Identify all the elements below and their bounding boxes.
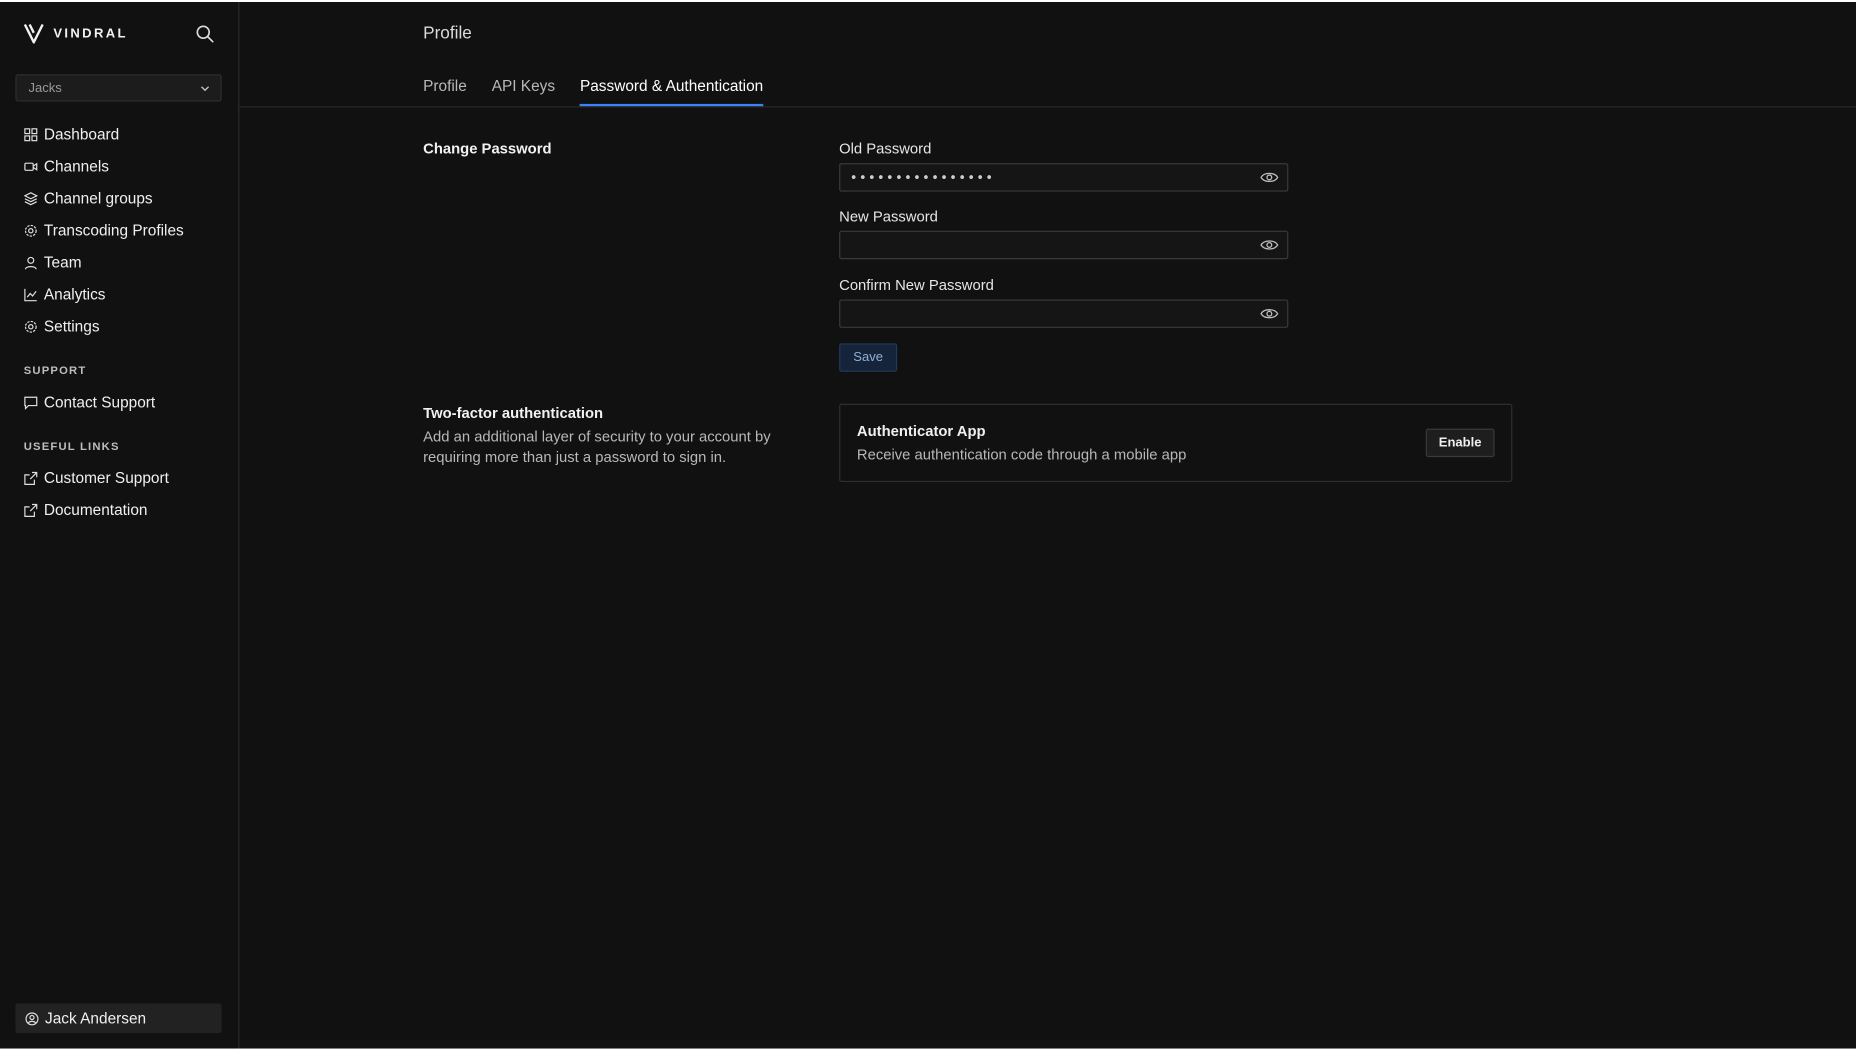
- vindral-logo-icon: [23, 23, 44, 44]
- useful-links-section-label: USEFUL LINKS: [23, 440, 120, 454]
- tab-profile[interactable]: Profile: [423, 77, 467, 107]
- sidebar-item-analytics[interactable]: Analytics: [24, 278, 225, 310]
- new-password-label: New Password: [839, 208, 938, 225]
- brand-name: VINDRAL: [53, 26, 128, 41]
- sidebar-item-label: Channels: [43, 157, 109, 176]
- user-name: Jack Andersen: [45, 1009, 147, 1028]
- dashboard-icon: [24, 127, 38, 141]
- authenticator-app-title: Authenticator App: [856, 422, 986, 440]
- user-menu-button[interactable]: Jack Andersen: [15, 1003, 222, 1034]
- eye-icon[interactable]: [1260, 305, 1279, 322]
- sidebar-item-label: Dashboard: [43, 125, 120, 144]
- old-password-input[interactable]: [840, 164, 1263, 191]
- two-factor-title: Two-factor authentication: [423, 404, 604, 422]
- new-password-field: [839, 230, 1289, 260]
- sidebar-item-contact-support[interactable]: Contact Support: [24, 386, 225, 418]
- organization-select-value: Jacks: [28, 80, 62, 96]
- confirm-password-field: [839, 299, 1289, 328]
- sidebar-item-label: Contact Support: [43, 393, 156, 411]
- sidebar-item-customer-support[interactable]: Customer Support: [24, 462, 225, 494]
- sidebar-item-settings[interactable]: Settings: [24, 310, 225, 342]
- sidebar: VINDRAL Jacks Dashboard Channels Channel…: [0, 2, 240, 1049]
- sidebar-item-team[interactable]: Team: [24, 246, 225, 278]
- organization-select[interactable]: Jacks: [15, 74, 222, 102]
- change-password-title: Change Password: [423, 140, 552, 158]
- search-icon: [196, 25, 214, 43]
- sidebar-item-dashboard[interactable]: Dashboard: [24, 118, 225, 150]
- sidebar-item-label: Channel groups: [43, 189, 153, 208]
- enable-button[interactable]: Enable: [1425, 428, 1495, 458]
- chart-icon: [24, 288, 37, 301]
- tabs-divider: [239, 106, 1856, 108]
- gear-icon: [24, 224, 37, 237]
- sidebar-item-label: Customer Support: [43, 468, 169, 487]
- user-circle-icon: [25, 1011, 39, 1025]
- search-button[interactable]: [196, 25, 215, 44]
- sidebar-item-label: Analytics: [43, 285, 106, 304]
- new-password-input[interactable]: [840, 231, 1263, 259]
- sidebar-item-label: Settings: [43, 317, 100, 336]
- support-nav: Contact Support: [24, 386, 225, 418]
- eye-icon[interactable]: [1260, 237, 1279, 254]
- sidebar-item-transcoding-profiles[interactable]: Transcoding Profiles: [24, 214, 225, 246]
- authenticator-app-card: Authenticator App Receive authentication…: [839, 403, 1513, 483]
- old-password-label: Old Password: [839, 140, 932, 158]
- user-icon: [24, 256, 37, 269]
- app-viewport: VINDRAL Jacks Dashboard Channels Channel…: [0, 2, 1856, 1049]
- sidebar-item-label: Documentation: [43, 500, 148, 519]
- useful-links-nav: Customer Support Documentation: [24, 462, 225, 526]
- sidebar-item-label: Team: [43, 253, 82, 272]
- confirm-password-input[interactable]: [840, 300, 1263, 327]
- layers-icon: [23, 191, 38, 205]
- eye-icon[interactable]: [1260, 169, 1279, 186]
- confirm-password-label: Confirm New Password: [839, 276, 994, 294]
- sidebar-item-channel-groups[interactable]: Channel groups: [23, 182, 225, 214]
- profile-tabs: Profile API Keys Password & Authenticati…: [423, 77, 764, 107]
- support-section-label: SUPPORT: [23, 364, 87, 378]
- old-password-field: [839, 163, 1289, 192]
- sidebar-item-channels[interactable]: Channels: [24, 150, 225, 182]
- sidebar-item-label: Transcoding Profiles: [43, 221, 184, 240]
- gear-icon: [24, 320, 37, 333]
- tab-password-authentication[interactable]: Password & Authentication: [579, 77, 764, 107]
- tab-api-keys[interactable]: API Keys: [492, 77, 555, 107]
- video-icon: [24, 162, 38, 171]
- external-link-icon: [24, 503, 38, 517]
- save-button[interactable]: Save: [839, 343, 898, 372]
- sidebar-item-documentation[interactable]: Documentation: [24, 494, 225, 526]
- external-link-icon: [24, 471, 38, 485]
- chevron-down-icon: [200, 85, 210, 91]
- sidebar-nav: Dashboard Channels Channel groups Transc…: [23, 118, 225, 342]
- chat-icon: [24, 396, 38, 410]
- authenticator-app-description: Receive authentication code through a mo…: [856, 446, 1187, 464]
- brand[interactable]: VINDRAL: [23, 23, 128, 44]
- two-factor-description: Add an additional layer of security to y…: [423, 428, 771, 466]
- page-title: Profile: [423, 24, 472, 44]
